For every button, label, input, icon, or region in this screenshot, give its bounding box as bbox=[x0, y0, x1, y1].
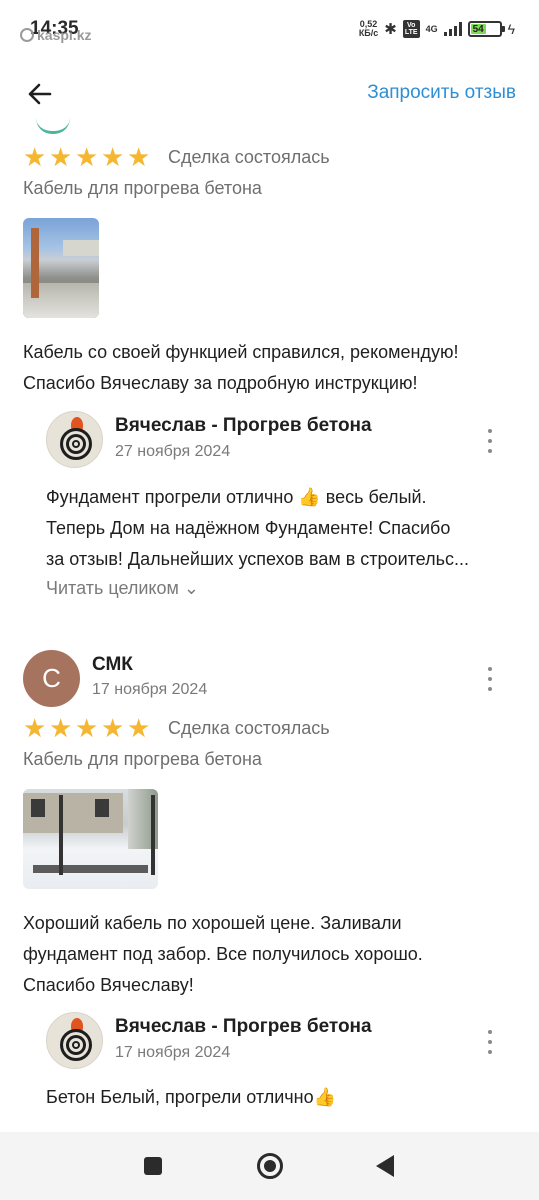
user-avatar: С bbox=[23, 650, 80, 707]
reply-date: 27 ноября 2024 bbox=[115, 443, 231, 460]
star-icon: ★ bbox=[49, 142, 73, 172]
volte-icon: Vo LTE bbox=[402, 20, 420, 38]
battery-cap bbox=[501, 26, 505, 32]
watermark-text: kaspi.kz bbox=[37, 27, 92, 43]
top-app-bar: Запросить отзыв bbox=[0, 58, 539, 128]
deal-status: Сделка состоялась bbox=[168, 718, 330, 738]
reply-date: 17 ноября 2024 bbox=[115, 1044, 231, 1061]
rating-stars: ★ ★ ★ ★ ★ bbox=[23, 142, 151, 172]
star-icon: ★ bbox=[23, 713, 47, 743]
review-text-line: фундамент под забор. Все получилось хоро… bbox=[23, 944, 423, 964]
kaspi-logo-icon bbox=[20, 28, 34, 42]
review-text-line: Хороший кабель по хорошей цене. Заливали bbox=[23, 913, 402, 933]
star-icon: ★ bbox=[101, 142, 125, 172]
seller-avatar bbox=[46, 1012, 103, 1069]
product-name: Кабель для прогрева бетона bbox=[23, 749, 262, 769]
reply-text-line: Бетон Белый, прогрели отлично👍 bbox=[46, 1087, 337, 1107]
network-speed: 0,52 КБ/с bbox=[359, 20, 378, 38]
signal-icon bbox=[443, 22, 462, 36]
reply-text-line: Теперь Дом на надёжном Фундаменте! Спаси… bbox=[46, 518, 451, 538]
request-review-link[interactable]: Запросить отзыв bbox=[367, 82, 516, 104]
deal-status: Сделка состоялась bbox=[168, 147, 330, 167]
home-button[interactable] bbox=[257, 1153, 283, 1179]
reviewer-name: СМК bbox=[92, 654, 133, 675]
reply-text-line: Фундамент прогрели отлично 👍 весь белый. bbox=[46, 487, 427, 507]
photo-window bbox=[95, 799, 109, 817]
product-name: Кабель для прогрева бетона bbox=[23, 178, 262, 198]
system-nav-bar bbox=[0, 1132, 539, 1200]
seller-name: Вячеслав - Прогрев бетона bbox=[115, 1016, 372, 1037]
system-back-button[interactable] bbox=[376, 1155, 394, 1177]
photo-pole bbox=[31, 228, 39, 298]
back-button[interactable] bbox=[24, 78, 56, 110]
star-icon: ★ bbox=[49, 713, 73, 743]
review-photo[interactable] bbox=[23, 218, 99, 318]
review-text: Кабель со своей функцией справился, реко… bbox=[23, 337, 523, 399]
chevron-down-icon: ⌄ bbox=[183, 578, 199, 598]
more-options-icon[interactable] bbox=[480, 667, 500, 691]
star-icon: ★ bbox=[127, 713, 151, 743]
review-text: Хороший кабель по хорошей цене. Заливали… bbox=[23, 908, 523, 1001]
status-icons: 0,52 КБ/с ✱ Vo LTE 4G 54 ϟ bbox=[359, 20, 515, 38]
status-bar: 14:35 kaspi.kz 0,52 КБ/с ✱ Vo LTE 4G 54 ϟ bbox=[0, 0, 539, 58]
star-icon: ★ bbox=[75, 142, 99, 172]
avatar-initial: С bbox=[42, 663, 61, 693]
charging-icon: ϟ bbox=[507, 21, 515, 37]
review-photo[interactable] bbox=[23, 789, 158, 889]
more-options-icon[interactable] bbox=[480, 429, 500, 453]
photo-house bbox=[63, 240, 99, 256]
previous-avatar-edge bbox=[36, 118, 70, 134]
read-more-button[interactable]: Читать целиком ⌄ bbox=[46, 578, 199, 599]
star-icon: ★ bbox=[127, 142, 151, 172]
coil-icon bbox=[60, 428, 92, 460]
recents-button[interactable] bbox=[144, 1157, 162, 1175]
bluetooth-icon: ✱ bbox=[384, 21, 397, 38]
star-icon: ★ bbox=[23, 142, 47, 172]
speed-unit: КБ/с bbox=[358, 28, 379, 38]
reply-text: Фундамент прогрели отлично 👍 весь белый.… bbox=[46, 482, 526, 575]
more-options-icon[interactable] bbox=[480, 1030, 500, 1054]
photo-foundation bbox=[33, 829, 148, 873]
rating-stars: ★ ★ ★ ★ ★ bbox=[23, 713, 151, 743]
review-text-line: Кабель со своей функцией справился, реко… bbox=[23, 342, 459, 362]
photo-window bbox=[31, 799, 45, 817]
star-icon: ★ bbox=[75, 713, 99, 743]
seller-name: Вячеслав - Прогрев бетона bbox=[115, 415, 372, 436]
photo-post bbox=[151, 795, 155, 875]
kaspi-watermark: kaspi.kz bbox=[20, 27, 91, 43]
arrow-left-icon bbox=[28, 83, 52, 105]
photo-post bbox=[59, 795, 63, 875]
star-icon: ★ bbox=[101, 713, 125, 743]
read-more-label: Читать целиком bbox=[46, 578, 179, 598]
review-text-line: Спасибо Вячеславу! bbox=[23, 975, 194, 995]
review-text-line: Спасибо Вячеславу за подробную инструкци… bbox=[23, 373, 418, 393]
network-type: 4G bbox=[425, 24, 438, 34]
battery-icon: 54 bbox=[467, 21, 505, 37]
reply-text: Бетон Белый, прогрели отлично👍 bbox=[46, 1082, 526, 1113]
reply-text-line: за отзыв! Дальнейших успехов вам в строи… bbox=[46, 549, 469, 569]
seller-avatar bbox=[46, 411, 103, 468]
coil-icon bbox=[60, 1029, 92, 1061]
review-date: 17 ноября 2024 bbox=[92, 681, 208, 698]
battery-level: 54 bbox=[470, 23, 486, 35]
